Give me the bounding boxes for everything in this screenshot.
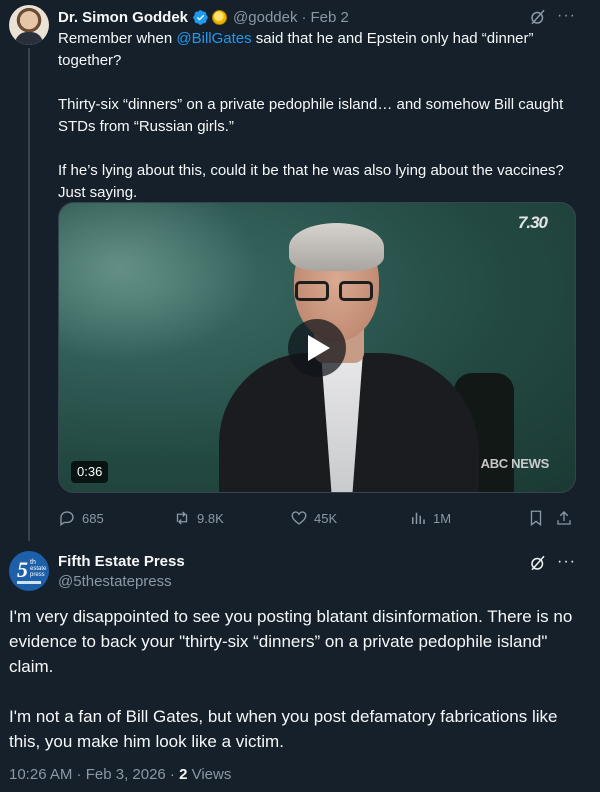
reply-views-label: Views: [187, 766, 232, 783]
tweet-date[interactable]: Feb 2: [310, 9, 348, 26]
video-player[interactable]: 7.30 ABC NEWS 0:36: [58, 202, 576, 493]
author-avatar[interactable]: [9, 5, 49, 45]
grok-icon[interactable]: [529, 554, 547, 572]
share-icon[interactable]: [555, 509, 573, 527]
tweet-paragraph-3: If he’s lying about this, could it be th…: [58, 162, 564, 201]
repost-button[interactable]: 9.8K: [173, 506, 224, 530]
parent-tweet[interactable]: Dr. Simon Goddek @goddek · Feb 2 ··· Rem…: [0, 0, 600, 541]
reply-timestamp[interactable]: 10:26 AM · Feb 3, 2026 ·: [9, 766, 179, 783]
network-watermark: ABC NEWS: [480, 456, 550, 471]
video-background: [59, 203, 259, 363]
repost-icon: [176, 511, 188, 525]
reply-count: 685: [82, 510, 104, 526]
reply-paragraph-1: I'm very disappointed to see you posting…: [9, 607, 573, 676]
tweet-paragraph-2: Thirty-six “dinners” on a private pedoph…: [58, 96, 564, 135]
text-before-mention: Remember when: [58, 30, 177, 47]
tweet-header: Dr. Simon Goddek @goddek · Feb 2: [58, 7, 349, 27]
play-icon: [308, 335, 330, 361]
video-duration: 0:36: [71, 461, 109, 483]
reply-metadata: 10:26 AM · Feb 3, 2026 · 2 Views: [9, 766, 231, 783]
avatar-line-2: press: [30, 572, 45, 578]
avatar-ordinal: th: [30, 559, 36, 566]
avatar-bar: [17, 581, 41, 584]
avatar-shirt: [15, 32, 43, 45]
views-button[interactable]: 1M: [409, 506, 451, 530]
views-icon: [412, 512, 425, 524]
mention-link[interactable]: @BillGates: [176, 30, 251, 47]
separator-dot: ·: [301, 8, 307, 26]
reply-button[interactable]: 685: [58, 506, 104, 530]
like-count: 45K: [314, 510, 338, 526]
more-icon[interactable]: ···: [557, 7, 575, 25]
reply-author-handle[interactable]: @5thestatepress: [58, 573, 172, 590]
verified-badge-icon: [193, 9, 208, 25]
like-button[interactable]: 45K: [290, 506, 337, 530]
reply-author-name[interactable]: Fifth Estate Press: [58, 553, 185, 570]
like-icon: [291, 511, 307, 525]
repost-count: 9.8K: [197, 510, 224, 526]
bookmark-icon[interactable]: [527, 509, 545, 527]
tweet-text: Remember when @BillGates said that he an…: [58, 28, 578, 204]
thread-line: [28, 48, 30, 541]
reply-icon: [60, 511, 74, 527]
play-button[interactable]: [288, 319, 346, 377]
gold-badge-icon: [212, 9, 228, 25]
reply-text: I'm very disappointed to see you posting…: [9, 604, 589, 754]
channel-logo: 7.30: [517, 213, 548, 232]
reply-author-avatar[interactable]: 5 th estate press: [9, 551, 49, 591]
tweet-paragraph-1: Remember when @BillGates said that he an…: [58, 28, 578, 72]
more-icon[interactable]: ···: [557, 553, 575, 571]
author-name[interactable]: Dr. Simon Goddek: [58, 9, 188, 26]
reply-tweet[interactable]: 5 th estate press Fifth Estate Press @5th…: [0, 541, 600, 792]
video-person-hair: [289, 223, 384, 271]
reply-paragraph-2: I'm not a fan of Bill Gates, but when yo…: [9, 707, 558, 751]
avatar-numeral: 5: [17, 557, 28, 582]
view-count: 1M: [433, 510, 452, 526]
author-handle[interactable]: @goddek: [233, 9, 297, 26]
avatar-wordmark: estate press: [30, 566, 46, 578]
tweet-actions: 685 9.8K 45K 1M: [58, 506, 578, 530]
video-person-glasses: [295, 281, 375, 301]
grok-icon[interactable]: [529, 8, 547, 26]
